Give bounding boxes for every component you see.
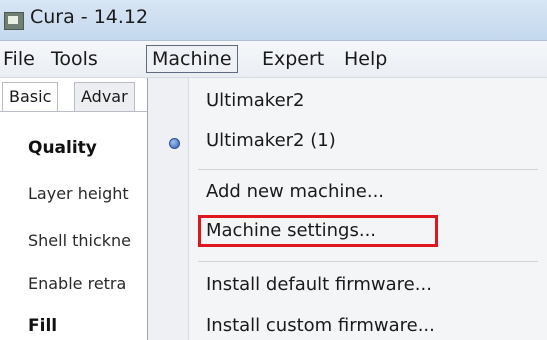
menu-item-install-custom-firmware[interactable]: Install custom firmware... [206, 315, 435, 336]
tab-divider [0, 111, 160, 112]
menu-item-install-default-firmware[interactable]: Install default firmware... [206, 274, 432, 295]
menu-expert[interactable]: Expert [262, 48, 324, 70]
menu-item-ultimaker2[interactable]: Ultimaker2 [206, 90, 305, 111]
section-fill: Fill [28, 316, 58, 336]
tab-advanced[interactable]: Advar [74, 82, 135, 111]
window-title: Cura - 14.12 [30, 6, 149, 28]
setting-shell-thickness: Shell thickne [28, 231, 132, 250]
machine-menu-dropdown: Ultimaker2 Ultimaker2 (1) Add new machin… [147, 78, 547, 340]
title-bar: Cura - 14.12 [0, 0, 547, 41]
tab-basic[interactable]: Basic [2, 82, 59, 111]
setting-layer-height: Layer height [28, 184, 129, 203]
setting-enable-retraction: Enable retra [28, 274, 127, 293]
menu-item-ultimaker2-1[interactable]: Ultimaker2 (1) [206, 130, 336, 151]
menu-help[interactable]: Help [344, 48, 387, 70]
menu-item-add-new-machine[interactable]: Add new machine... [206, 181, 384, 202]
settings-panel: Basic Advar Quality Layer height Shell t… [0, 78, 160, 340]
section-quality: Quality [28, 138, 97, 158]
menu-separator [198, 261, 538, 262]
menu-machine[interactable]: Machine [146, 45, 238, 73]
highlight-box [198, 215, 438, 247]
menu-separator [198, 169, 538, 170]
radio-selected-icon [169, 138, 180, 149]
menu-bar: File Tools Machine Expert Help [0, 41, 547, 78]
cura-app-icon [4, 12, 24, 30]
menu-file[interactable]: File [3, 48, 35, 70]
menu-tools[interactable]: Tools [51, 48, 98, 70]
menu-check-gutter [148, 78, 189, 340]
